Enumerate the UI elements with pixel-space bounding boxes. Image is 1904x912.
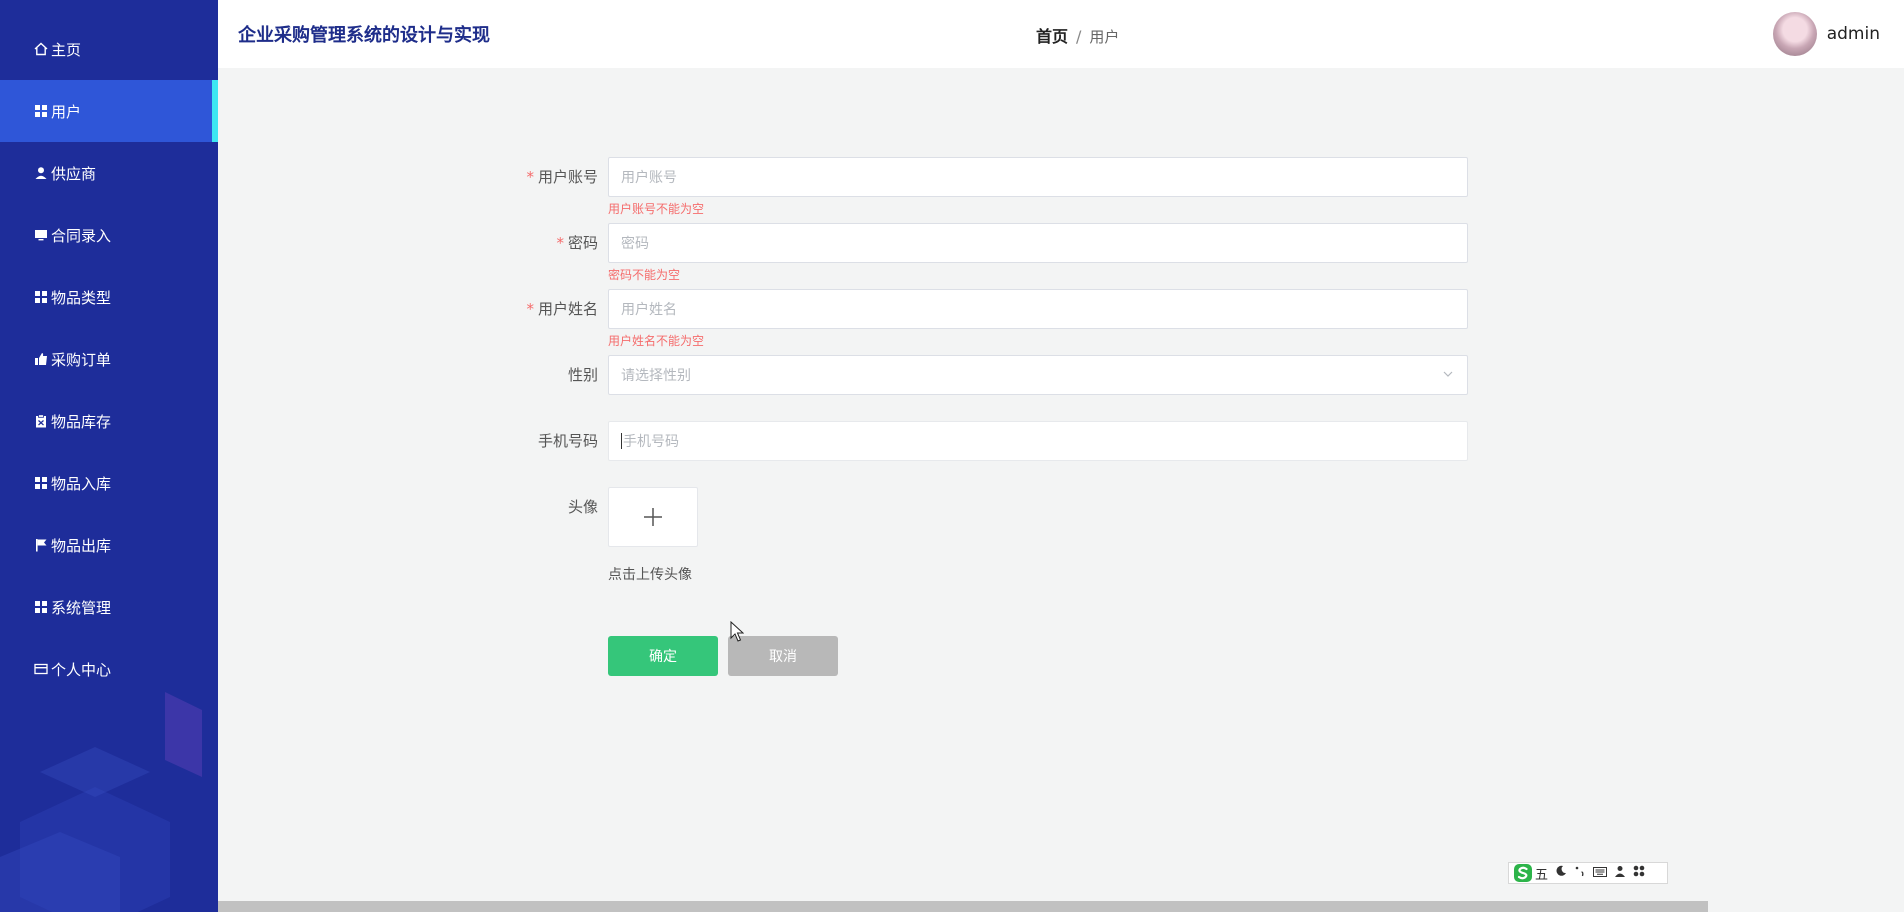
sidebar-item-label: 物品入库 xyxy=(51,474,112,493)
gender-placeholder: 请选择性别 xyxy=(621,368,691,384)
gender-select[interactable]: 请选择性别 xyxy=(608,355,1468,395)
grid-icon xyxy=(33,289,49,305)
sidebar-item-profile[interactable]: 个人中心 xyxy=(0,638,218,700)
text-cursor xyxy=(621,433,622,449)
required-mark: * xyxy=(526,300,534,318)
account-label: * 用户账号 xyxy=(526,168,598,186)
breadcrumb-separator: / xyxy=(1076,27,1082,46)
apps-icon[interactable] xyxy=(1633,865,1645,881)
sidebar-item-item-types[interactable]: 物品类型 xyxy=(0,266,218,328)
sidebar-item-stock-out[interactable]: 物品出库 xyxy=(0,514,218,576)
password-error: 密码不能为空 xyxy=(608,268,681,282)
account-error: 用户账号不能为空 xyxy=(608,202,705,216)
sogou-logo-icon xyxy=(1511,862,1535,884)
grid-icon xyxy=(33,103,49,119)
phone-label: 手机号码 xyxy=(537,432,598,450)
breadcrumb-home[interactable]: 首页 xyxy=(1036,27,1068,46)
sidebar-item-home[interactable]: 主页 xyxy=(0,18,218,80)
sidebar-item-label: 物品库存 xyxy=(51,412,112,431)
required-mark: * xyxy=(526,168,534,186)
breadcrumb: 首页 / 用户 xyxy=(1036,23,1119,47)
name-label: * 用户姓名 xyxy=(526,300,598,318)
sidebar-item-label: 主页 xyxy=(51,40,82,59)
sidebar-item-users[interactable]: 用户 xyxy=(0,80,218,142)
avatar[interactable] xyxy=(1772,12,1817,56)
chevron-down-icon xyxy=(1443,371,1453,377)
app-title: 企业采购管理系统的设计与实现 xyxy=(238,25,490,46)
sidebar-item-label: 物品出库 xyxy=(51,536,112,555)
plus-icon xyxy=(644,508,662,526)
header: 企业采购管理系统的设计与实现 首页 / 用户 admin xyxy=(218,0,1904,68)
home-icon xyxy=(33,41,49,57)
user-menu[interactable]: admin xyxy=(1772,12,1880,56)
username: admin xyxy=(1826,24,1880,44)
sidebar: 主页 用户 供应商 合同录入 物品类型 采购订单 物品库存 物品入库 物品出库 … xyxy=(0,0,218,912)
punctuation-icon[interactable] xyxy=(1574,865,1586,881)
name-placeholder: 用户姓名 xyxy=(621,302,677,318)
user-icon[interactable] xyxy=(1614,865,1626,881)
avatar-upload[interactable] xyxy=(608,487,698,547)
moon-icon[interactable] xyxy=(1555,865,1567,881)
sidebar-item-suppliers[interactable]: 供应商 xyxy=(0,142,218,204)
account-input[interactable]: 用户账号 xyxy=(608,157,1468,197)
keyboard-icon[interactable] xyxy=(1593,866,1608,881)
clipboard-icon xyxy=(33,413,49,429)
ime-mode[interactable]: 五 xyxy=(1535,864,1548,883)
sidebar-item-label: 采购订单 xyxy=(51,350,112,369)
sidebar-item-stock-in[interactable]: 物品入库 xyxy=(0,452,218,514)
sidebar-item-label: 物品类型 xyxy=(51,288,112,307)
mouse-pointer-icon xyxy=(730,621,744,642)
account-placeholder: 用户账号 xyxy=(621,170,677,186)
avatar-upload-hint: 点击上传头像 xyxy=(608,567,692,583)
password-input[interactable]: 密码 xyxy=(608,223,1468,263)
cancel-button[interactable]: 取消 xyxy=(728,636,838,676)
password-placeholder: 密码 xyxy=(621,236,649,252)
password-label: * 密码 xyxy=(556,234,598,252)
phone-placeholder: 手机号码 xyxy=(623,434,679,450)
phone-input[interactable]: 手机号码 xyxy=(608,421,1468,461)
sidebar-item-inventory[interactable]: 物品库存 xyxy=(0,390,218,452)
sidebar-item-purchase-orders[interactable]: 采购订单 xyxy=(0,328,218,390)
ime-toolbar[interactable]: 五 xyxy=(1508,862,1668,884)
gender-label: 性别 xyxy=(567,366,598,384)
sidebar-item-contracts[interactable]: 合同录入 xyxy=(0,204,218,266)
thumbs-up-icon xyxy=(33,351,49,367)
person-icon xyxy=(33,165,49,181)
monitor-icon xyxy=(33,227,49,243)
grid-icon xyxy=(33,599,49,615)
confirm-button[interactable]: 确定 xyxy=(608,636,718,676)
avatar-label: 头像 xyxy=(567,498,598,516)
sidebar-item-label: 个人中心 xyxy=(51,660,112,679)
name-input[interactable]: 用户姓名 xyxy=(608,289,1468,329)
card-icon xyxy=(33,661,49,677)
sidebar-decoration xyxy=(0,692,202,912)
horizontal-scrollbar[interactable] xyxy=(218,901,1708,912)
required-mark: * xyxy=(556,234,564,252)
breadcrumb-current: 用户 xyxy=(1089,28,1120,46)
sidebar-item-label: 合同录入 xyxy=(51,226,112,245)
name-error: 用户姓名不能为空 xyxy=(608,334,705,348)
sidebar-item-label: 供应商 xyxy=(51,164,97,183)
flag-icon xyxy=(33,537,49,553)
grid-icon xyxy=(33,475,49,491)
sidebar-item-label: 系统管理 xyxy=(51,598,112,617)
sidebar-item-system[interactable]: 系统管理 xyxy=(0,576,218,638)
sidebar-item-label: 用户 xyxy=(51,102,82,121)
